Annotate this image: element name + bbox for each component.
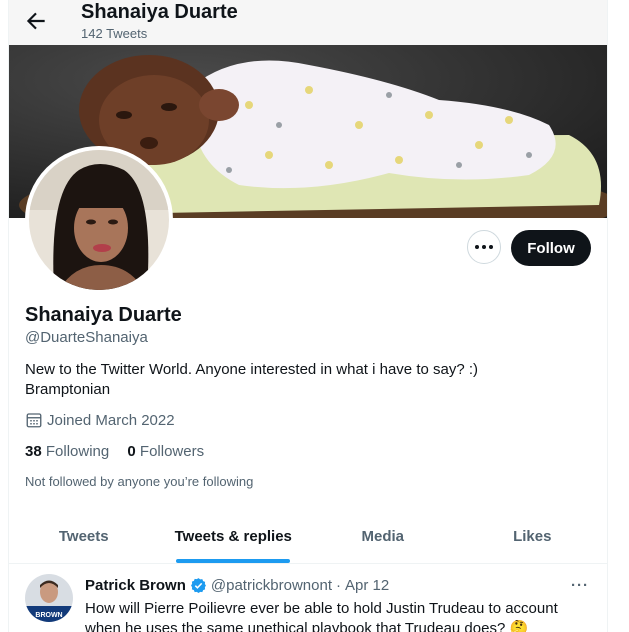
followers-label: Followers [139, 443, 205, 460]
avatar-photo [29, 150, 169, 290]
calendar-icon [26, 413, 42, 428]
following-link[interactable]: 38 Following [25, 443, 109, 460]
tab-likes[interactable]: Likes [458, 510, 608, 563]
tweet-item[interactable]: BROWN Patrick Brown @patrickbrownont · A… [9, 564, 607, 632]
follow-stats: 38 Following 0 Followers [25, 443, 218, 460]
profile-handle: @DuarteShanaiya [25, 329, 148, 346]
tweet-more-icon[interactable]: ··· [571, 577, 589, 594]
header-title: Shanaiya Duarte [81, 1, 238, 23]
more-horizontal-icon [475, 245, 493, 249]
bio-line: New to the Twitter World. Anyone interes… [25, 361, 479, 378]
following-count: 38 [25, 443, 42, 460]
tweet-text: How will Pierre Poilievre ever be able t… [85, 599, 593, 632]
following-label: Following [45, 443, 110, 460]
bio-line: Bramptonian [25, 381, 111, 398]
tweet-author-name[interactable]: Patrick Brown [85, 577, 186, 594]
tab-tweets[interactable]: Tweets [9, 510, 159, 563]
avatar-caption: BROWN [35, 612, 62, 619]
tweet-header: Patrick Brown @patrickbrownont · Apr 12 [85, 577, 389, 594]
profile-bio: New to the Twitter World. Anyone interes… [25, 360, 478, 400]
tab-label: Tweets & replies [174, 528, 292, 545]
tweet-text-line: when he uses the same unethical playbook… [85, 620, 529, 632]
back-arrow-icon[interactable] [23, 8, 49, 34]
header-tweet-count: 142 Tweets [81, 26, 148, 41]
follow-button[interactable]: Follow [511, 230, 591, 266]
tab-media[interactable]: Media [308, 510, 458, 563]
profile-page: Shanaiya Duarte 142 Tweets Follow Shanai… [8, 0, 608, 632]
meta-separator: · [336, 577, 341, 594]
tab-label: Tweets [58, 528, 109, 545]
tab-label: Likes [513, 528, 552, 545]
tweet-author-handle[interactable]: @patrickbrownont [211, 577, 332, 594]
followers-link[interactable]: 0 Followers [127, 443, 204, 460]
profile-tabs: Tweets Tweets & replies Media Likes [9, 510, 607, 564]
joined-date: Joined March 2022 [25, 411, 175, 429]
active-tab-indicator [176, 559, 291, 563]
tab-label: Media [361, 528, 404, 545]
tweet-date[interactable]: Apr 12 [345, 577, 389, 594]
not-followed-note: Not followed by anyone you’re following [25, 474, 254, 489]
profile-avatar[interactable] [25, 146, 173, 294]
profile-header-bar: Shanaiya Duarte 142 Tweets [9, 0, 607, 45]
tweet-author-avatar[interactable]: BROWN [25, 574, 73, 622]
profile-name: Shanaiya Duarte [25, 304, 182, 326]
tweet-text-line: How will Pierre Poilievre ever be able t… [85, 600, 558, 617]
author-photo: BROWN [25, 574, 73, 622]
verified-badge-icon [190, 578, 206, 593]
tab-tweets-and-replies[interactable]: Tweets & replies [159, 510, 309, 563]
joined-label: Joined March 2022 [47, 411, 175, 429]
followers-count: 0 [127, 443, 136, 460]
more-options-button[interactable] [467, 230, 501, 264]
